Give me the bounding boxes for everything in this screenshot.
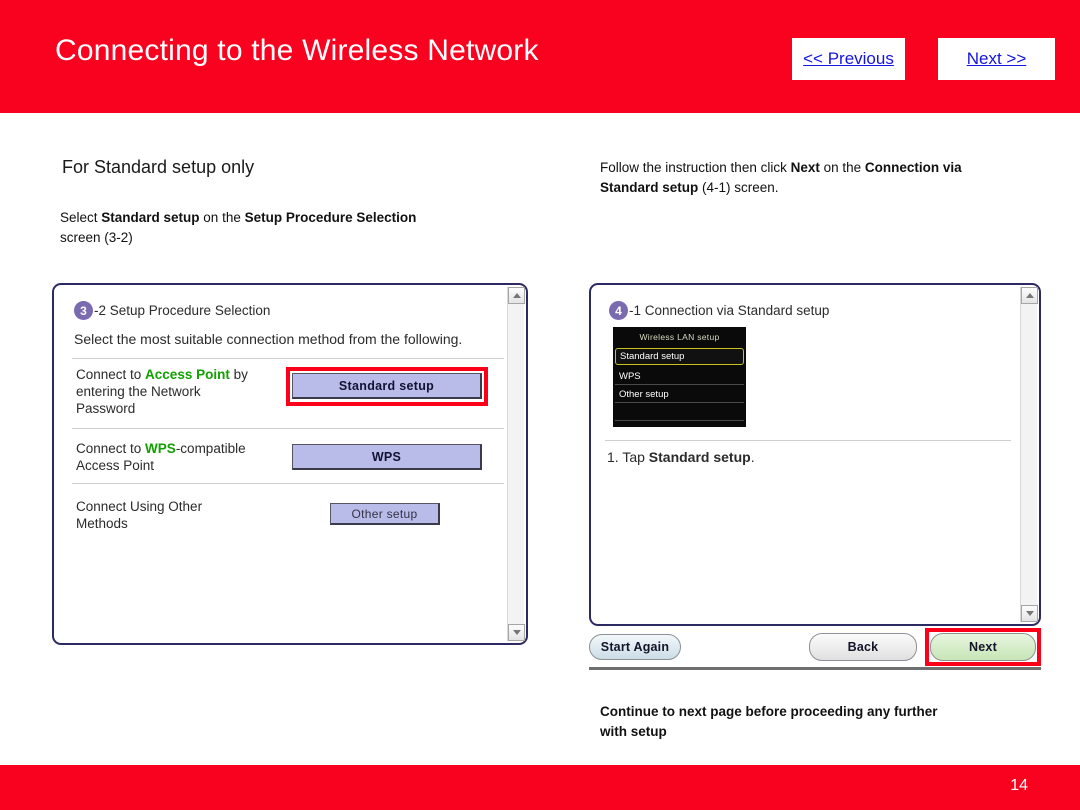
divider-1 [72,358,504,359]
left-instr-line2: screen (3-2) [60,230,133,245]
lcd-item-standard-setup[interactable]: Standard setup [615,348,744,365]
tap-instruction-prefix: 1. Tap [607,449,649,465]
next-button-label: Next >> [966,49,1027,68]
scroll-down-icon[interactable] [508,624,525,641]
right-instr-bold-1: Next [790,160,820,175]
left-instr-bold-1: Standard setup [101,210,200,225]
page-number: 14 [1010,777,1028,794]
setup-procedure-selection-dialog: 3 -2 Setup Procedure Selection Select th… [52,283,528,645]
option-3-label-part1: Connect Using Other [76,499,203,514]
left-instruction-text: Select Standard setup on the Setup Proce… [60,208,510,248]
lcd-title: Wireless LAN setup [639,332,720,342]
option-3-label: Connect Using Other Methods [76,498,286,532]
left-instr-mid: on the [199,210,245,225]
next-button[interactable]: Next >> [938,38,1055,80]
option-1-label-part1: Connect to [76,367,146,382]
step-number-badge: 3 [74,301,93,320]
other-setup-button[interactable]: Other setup [330,503,440,525]
left-column-heading: For Standard setup only [62,157,255,177]
right-instr-mid: on the [819,160,865,175]
printer-lcd-screen: Wireless LAN setup Standard setup WPS Ot… [613,327,746,427]
left-dialog-step-header: 3 -2 Setup Procedure Selection [74,301,270,320]
connection-via-standard-setup-dialog: 4 -1 Connection via Standard setup Wirel… [589,283,1041,626]
lcd-item-blank-1 [615,404,744,421]
back-button[interactable]: Back [809,633,917,661]
step-number-badge-2: 4 [609,301,628,320]
next-dialog-button[interactable]: Next [930,633,1036,661]
tap-instruction-bold: Standard setup [648,449,751,465]
step-title-text: -2 Setup Procedure Selection [94,303,271,318]
scroll-up-icon-2[interactable] [1021,287,1038,304]
wps-button[interactable]: WPS [292,444,482,470]
previous-button[interactable]: << Previous [792,38,905,80]
option-3-label-line2: Methods [76,516,128,531]
option-1-label-line3: Password [76,401,136,416]
divider-2 [72,428,504,429]
bottom-note-line-1: Continue to next page before proceeding … [600,704,938,719]
tap-instruction: 1. Tap Standard setup. [607,449,987,466]
step-title-text-2: -1 Connection via Standard setup [629,303,830,318]
previous-button-label: << Previous [803,49,894,68]
right-instr-prefix: Follow the instruction then click [600,160,791,175]
start-again-button[interactable]: Start Again [589,634,681,660]
right-instr-suffix: (4-1) screen. [698,180,779,195]
bottom-note-line-2: with setup [600,724,667,739]
option-1-label-green: Access Point [145,367,230,382]
scroll-up-icon[interactable] [508,287,525,304]
standard-setup-button[interactable]: Standard setup [292,373,482,399]
option-2-label: Connect to WPS-compatible Access Point [76,440,286,474]
dialog-bottom-rule [589,667,1041,670]
left-instr-prefix: Select [60,210,102,225]
option-2-label-part2: -compatible [175,441,246,456]
tap-instruction-suffix: . [750,449,755,465]
divider-3 [72,483,504,484]
page-root: Connecting to the Wireless Network << Pr… [0,0,1080,810]
left-instr-bold-2: Setup Procedure Selection [244,210,417,225]
right-instruction-text: Follow the instruction then click Next o… [600,158,1020,198]
right-dialog-step-header: 4 -1 Connection via Standard setup [609,301,829,320]
right-divider-1 [605,440,1011,441]
left-dialog-scrollbar[interactable] [507,287,525,641]
bottom-note: Continue to next page before proceeding … [600,702,1020,742]
lcd-item-wps[interactable]: WPS [615,368,744,385]
lcd-item-other-setup[interactable]: Other setup [615,386,744,403]
option-2-label-green: WPS [145,441,176,456]
option-1-label-line2: entering the Network [76,384,201,399]
option-1-label-part2: by [229,367,248,382]
footer-band [0,765,1080,810]
page-title: Connecting to the Wireless Network [55,34,539,67]
right-dialog-scrollbar[interactable] [1020,287,1038,622]
option-1-label: Connect to Access Point by entering the … [76,366,276,417]
option-2-label-line2: Access Point [76,458,155,473]
left-dialog-subtitle: Select the most suitable connection meth… [74,331,463,347]
option-2-label-part1: Connect to [76,441,146,456]
scroll-down-icon-2[interactable] [1021,605,1038,622]
